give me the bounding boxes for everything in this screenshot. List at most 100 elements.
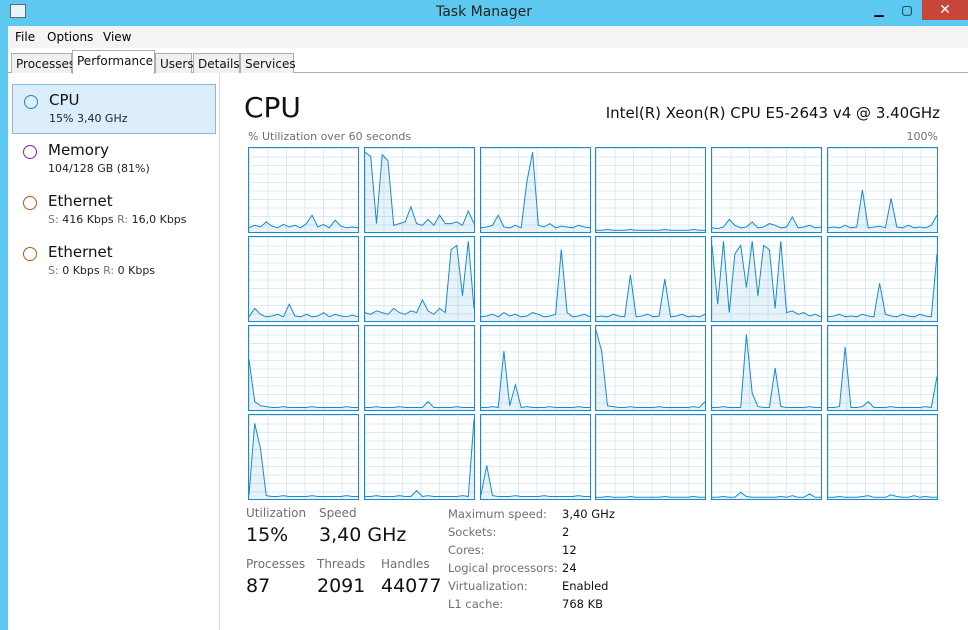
core-graph-20 xyxy=(479,414,591,500)
sidebar-item-ethernet-2[interactable]: Ethernet S: 0 Kbps R: 0 Kbps xyxy=(12,237,216,287)
processes-label: Processes xyxy=(246,557,306,571)
cpu-model: Intel(R) Xeon(R) CPU E5-2643 v4 @ 3.40GH… xyxy=(605,104,940,122)
core-usage-line xyxy=(828,189,937,229)
core-usage-area xyxy=(596,274,706,321)
core-usage-area xyxy=(480,249,590,321)
cpu-panel: CPU Intel(R) Xeon(R) CPU E5-2643 v4 @ 3.… xyxy=(220,73,968,630)
menu-options[interactable]: Options xyxy=(47,30,93,44)
core-usage-area xyxy=(364,419,474,499)
item-sub: S: 416 Kbps R: 16,0 Kbps xyxy=(48,213,187,226)
handles-label: Handles xyxy=(381,557,430,571)
core-usage-area xyxy=(480,465,590,499)
threads-label: Threads xyxy=(317,557,366,571)
core-usage-area xyxy=(596,330,706,410)
utilization-max-label: 100% xyxy=(906,130,938,143)
tab-processes[interactable]: Processes xyxy=(11,53,75,73)
page-title: CPU xyxy=(244,91,301,124)
item-sub: 15% 3,40 GHz xyxy=(49,112,128,125)
maximize-button[interactable]: ▢ xyxy=(894,0,920,20)
core-usage-line xyxy=(596,495,706,498)
close-button[interactable]: ✕ xyxy=(922,0,968,20)
menu-view[interactable]: View xyxy=(103,30,131,44)
core-graph-21 xyxy=(595,414,707,500)
detail-value: 2 xyxy=(562,525,570,539)
core-usage-line xyxy=(596,228,706,231)
cpu-circle-icon xyxy=(24,95,38,109)
core-usage-area xyxy=(712,241,822,321)
detail-label: Logical processors: xyxy=(448,561,558,575)
detail-label: Virtualization: xyxy=(448,579,528,593)
ethernet-circle-icon xyxy=(23,247,37,261)
core-usage-line xyxy=(480,465,590,497)
core-usage-area xyxy=(828,253,937,321)
resource-sidebar: CPU 15% 3,40 GHz Memory 104/128 GB (81%)… xyxy=(8,73,220,630)
window-title: Task Manager xyxy=(435,4,533,20)
core-usage-line xyxy=(596,274,706,318)
core-usage-area xyxy=(712,334,822,410)
core-usage-area xyxy=(364,401,474,410)
core-graph-19 xyxy=(363,414,475,500)
tab-bar: Processes Performance Users Details Serv… xyxy=(8,50,968,74)
core-graph-11 xyxy=(827,236,938,322)
detail-value: 3,40 GHz xyxy=(562,507,615,521)
minimize-button[interactable]: ▁ xyxy=(866,0,892,20)
menu-file[interactable]: File xyxy=(15,30,35,44)
menu-bar: File Options View xyxy=(8,26,968,48)
item-name: CPU xyxy=(49,91,80,109)
tab-performance[interactable]: Performance xyxy=(72,50,155,74)
detail-value: Enabled xyxy=(562,579,609,593)
core-graph-3 xyxy=(595,147,707,233)
tab-users[interactable]: Users xyxy=(155,53,194,73)
core-graph-23 xyxy=(827,414,938,500)
title-bar: Task Manager ▁ ▢ ✕ xyxy=(0,0,968,26)
core-usage-area xyxy=(249,304,358,321)
core-graph-10 xyxy=(711,236,823,322)
core-usage-area xyxy=(249,215,358,232)
core-usage-line xyxy=(712,334,822,408)
speed-value: 3,40 GHz xyxy=(319,524,407,546)
core-graph-12 xyxy=(248,325,359,411)
utilization-graph-label: % Utilization over 60 seconds xyxy=(248,130,412,143)
sidebar-item-cpu[interactable]: CPU 15% 3,40 GHz xyxy=(12,84,216,134)
utilization-label: Utilization xyxy=(246,506,307,520)
item-name: Ethernet xyxy=(48,243,113,261)
processes-value: 87 xyxy=(246,575,271,597)
item-sub: 104/128 GB (81%) xyxy=(48,162,150,175)
core-graph-2 xyxy=(479,147,591,233)
memory-circle-icon xyxy=(23,145,37,159)
tab-services[interactable]: Services xyxy=(240,53,296,73)
detail-value: 12 xyxy=(562,543,577,557)
handles-value: 44077 xyxy=(381,575,442,597)
tab-details[interactable]: Details xyxy=(193,53,240,73)
core-usage-line xyxy=(364,419,474,498)
detail-label: Cores: xyxy=(448,543,485,557)
sidebar-item-memory[interactable]: Memory 104/128 GB (81%) xyxy=(12,135,216,185)
core-usage-line xyxy=(828,494,937,498)
core-graph-17 xyxy=(827,325,938,411)
core-graph-4 xyxy=(711,147,823,233)
detail-value: 768 KB xyxy=(562,597,604,611)
core-usage-area xyxy=(249,359,358,410)
threads-value: 2091 xyxy=(317,575,366,597)
core-graph-6 xyxy=(248,236,359,322)
item-name: Memory xyxy=(48,141,110,159)
core-graph-8 xyxy=(479,236,591,322)
core-graph-13 xyxy=(363,325,475,411)
core-graph-15 xyxy=(595,325,707,411)
core-usage-line xyxy=(480,249,590,318)
core-graph-18 xyxy=(248,414,359,500)
core-usage-line xyxy=(249,303,358,318)
core-graph-5 xyxy=(827,147,938,233)
sidebar-item-ethernet-1[interactable]: Ethernet S: 416 Kbps R: 16,0 Kbps xyxy=(12,186,216,236)
core-usage-area xyxy=(480,351,590,410)
core-graph-0 xyxy=(248,147,359,233)
core-usage-line xyxy=(364,400,474,408)
core-usage-line xyxy=(249,359,358,408)
core-graph-16 xyxy=(711,325,823,411)
detail-value: 24 xyxy=(562,561,577,575)
detail-label: Maximum speed: xyxy=(448,507,547,521)
core-usage-area xyxy=(712,216,822,232)
utilization-value: 15% xyxy=(246,524,289,546)
speed-label: Speed xyxy=(319,506,357,520)
detail-label: L1 cache: xyxy=(448,597,504,611)
